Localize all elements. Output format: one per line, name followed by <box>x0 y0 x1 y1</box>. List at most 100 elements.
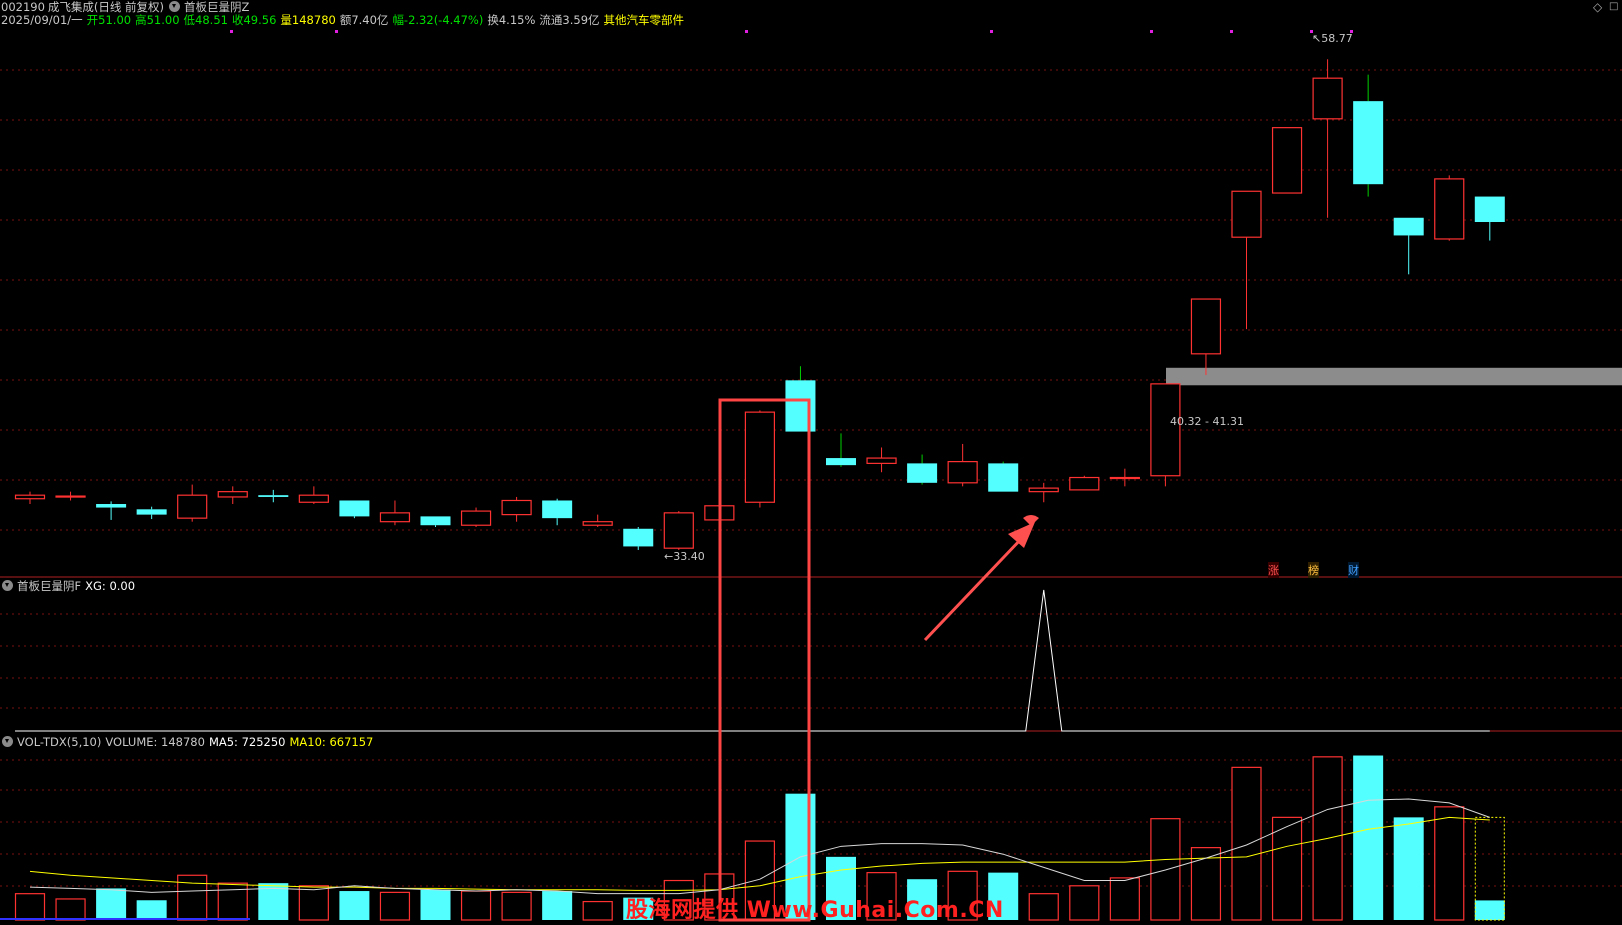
volume-bar <box>1271 816 1303 921</box>
volume-bar <box>1474 900 1505 920</box>
period-mode: (日线 前复权) <box>93 0 165 14</box>
candle-body <box>96 504 127 508</box>
candle-body <box>177 494 208 519</box>
header-line-2: 2025/09/01/一 开51.00 高51.00 低48.51 收49.56 量148… <box>1 13 688 27</box>
candle-body <box>298 494 329 503</box>
tag-rank[interactable]: 榜 <box>1308 562 1319 578</box>
ma10-value: MA10: 667157 <box>289 735 374 749</box>
event-marker <box>990 30 993 33</box>
candlestick-series <box>14 59 1505 550</box>
volume-bar <box>14 893 46 921</box>
quote-low: 低48.51 <box>183 13 228 27</box>
high-price-value: 58.77 <box>1321 32 1353 45</box>
volume-bar <box>55 898 86 921</box>
volume-bar <box>1434 806 1465 921</box>
volume-value: VOLUME: 148780 <box>105 735 205 749</box>
volume-bar <box>542 891 573 920</box>
signal-polyline <box>15 589 1490 732</box>
maximize-icon[interactable]: □ <box>1609 1 1618 12</box>
signal-value: XG: 0.00 <box>85 579 136 593</box>
low-arrow-icon: ← <box>664 550 674 563</box>
stock-name: 成飞集成 <box>47 0 94 14</box>
candle-body <box>1028 487 1059 493</box>
candle-body <box>1150 383 1181 477</box>
volume-bar <box>217 882 248 921</box>
header-line-1: 002190 成飞集成(日线 前复权) 首板巨量阴Z <box>1 0 253 14</box>
dropdown-icon[interactable] <box>2 580 13 591</box>
volume-bar <box>1150 818 1181 921</box>
volume-bar <box>420 889 451 920</box>
candle-body <box>1231 190 1262 238</box>
annotation-arrow-shaft <box>923 536 1024 642</box>
candle-body <box>501 499 532 516</box>
volume-bar <box>177 874 208 921</box>
volume-bar <box>96 888 127 920</box>
volume-bar <box>136 900 167 920</box>
volume-bar <box>1353 755 1384 920</box>
event-marker <box>1230 30 1233 33</box>
candle-body <box>947 461 978 484</box>
signal-line <box>15 589 1490 732</box>
candle-body <box>339 500 370 517</box>
volume-bar <box>582 900 613 921</box>
dropdown-icon[interactable] <box>2 736 13 747</box>
candle-body <box>1353 101 1384 185</box>
candle-body <box>1109 476 1140 480</box>
event-marker <box>335 30 338 33</box>
quote-turnover: 换4.15% <box>487 13 536 27</box>
candle-body <box>907 463 938 483</box>
chart-canvas[interactable] <box>0 0 1622 925</box>
candle-body <box>826 458 856 466</box>
volume-bar <box>298 885 329 921</box>
candle-body <box>1271 127 1303 194</box>
low-price-label: ←33.40 <box>664 550 705 563</box>
quote-volume: 量148780 <box>280 13 336 27</box>
quote-float: 流通3.59亿 <box>539 13 600 27</box>
volume-bar <box>379 891 411 921</box>
event-marker <box>1150 30 1153 33</box>
candle-body <box>1190 298 1222 355</box>
candle-body <box>1393 217 1424 236</box>
candle-body <box>379 512 411 523</box>
dropdown-icon[interactable] <box>169 1 181 12</box>
volume-bar <box>1231 766 1262 921</box>
candle-body <box>542 500 573 519</box>
quote-industry[interactable]: 其他汽车零部件 <box>604 13 685 27</box>
tag-finance[interactable]: 财 <box>1348 562 1359 578</box>
quote-open: 开51.00 <box>86 13 132 27</box>
candle-body <box>744 411 776 503</box>
quote-date: 2025/09/01/一 <box>1 13 83 27</box>
signal-marker-icon <box>1023 515 1039 526</box>
quote-high: 高51.00 <box>135 13 180 27</box>
volume-bar <box>1028 893 1059 921</box>
event-marker <box>745 30 748 33</box>
ma5-value: MA5: 725250 <box>208 735 286 749</box>
candle-body <box>1069 476 1100 491</box>
candle-body <box>582 521 613 526</box>
signal-panel-header: 首板巨量阴F XG: 0.00 <box>1 579 139 593</box>
candle-body <box>136 509 167 515</box>
formula-name[interactable]: 首板巨量阴Z <box>184 0 249 14</box>
stock-code: 002190 <box>1 0 45 14</box>
signal-title[interactable]: 首板巨量阴F <box>17 579 81 593</box>
volume-bar <box>501 891 532 921</box>
candle-body <box>1434 178 1465 240</box>
candle-body <box>55 495 86 498</box>
volume-title[interactable]: VOL-TDX(5,10) <box>17 735 101 749</box>
candle-body <box>785 380 816 432</box>
candle-body <box>866 457 897 464</box>
candle-body <box>217 491 248 498</box>
quote-close: 收49.56 <box>231 13 277 27</box>
volume-panel-header: VOL-TDX(5,10) VOLUME: 148780 MA5: 725250 MA… <box>1 735 377 749</box>
zone-range-label: 40.32 - 41.31 <box>1170 415 1244 428</box>
candle-body <box>663 512 694 549</box>
diamond-icon[interactable]: ◇ <box>1593 0 1602 14</box>
low-price-value: 33.40 <box>673 550 705 563</box>
quote-change: 幅-2.32(-4.47%) <box>392 13 484 27</box>
volume-bar <box>339 891 370 920</box>
candle-body <box>460 510 492 526</box>
tag-rise[interactable]: 涨 <box>1268 562 1279 578</box>
high-price-label: ↖58.77 <box>1312 32 1353 45</box>
price-zone-band <box>1166 367 1622 386</box>
high-arrow-icon: ↖ <box>1312 32 1322 45</box>
